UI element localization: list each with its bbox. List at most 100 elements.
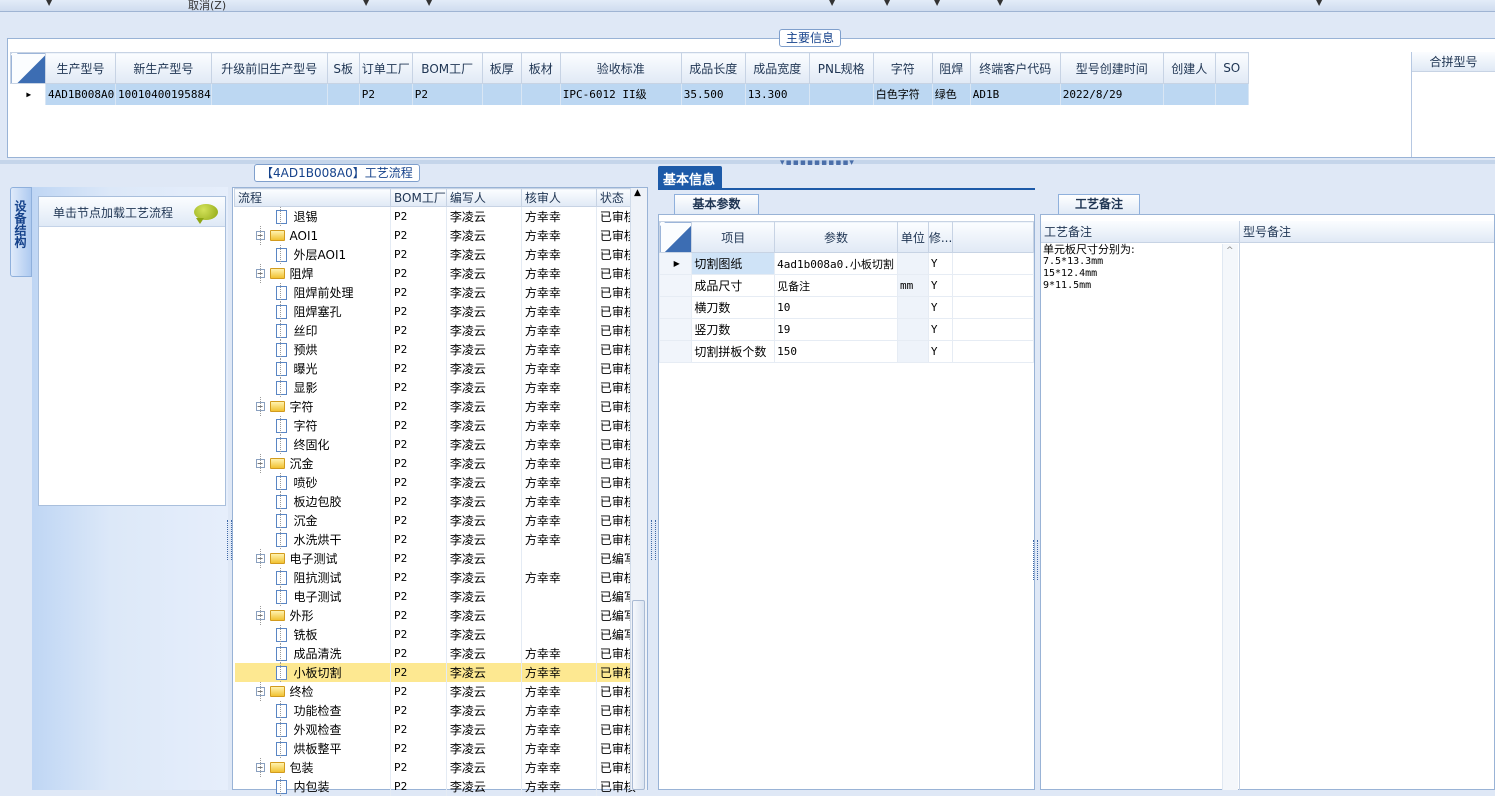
tree-row[interactable]: 内包装 P2 李凌云 方幸幸 已审核 bbox=[234, 777, 637, 796]
tree-row[interactable]: 电子测试 P2 李凌云 已编写 bbox=[234, 587, 637, 606]
tree-bom-cell[interactable]: P2 bbox=[390, 644, 447, 663]
tree-writer-cell[interactable]: 李凌云 bbox=[446, 435, 522, 454]
cancel-button[interactable]: 取消(Z) bbox=[188, 0, 226, 13]
grid-cell[interactable]: AD1B bbox=[970, 83, 1061, 105]
param-mod-cell[interactable]: Y bbox=[927, 274, 954, 297]
tree-node-cell[interactable]: − AOI1 bbox=[234, 226, 391, 245]
tree-reviewer-cell[interactable]: 方幸幸 bbox=[521, 701, 597, 720]
param-mod-cell[interactable]: Y bbox=[927, 318, 954, 341]
tree-writer-cell[interactable]: 李凌云 bbox=[446, 245, 522, 264]
param-unit-cell[interactable]: mm bbox=[896, 274, 929, 297]
param-item-cell[interactable]: 竖刀数 bbox=[691, 318, 776, 341]
tab-process-notes[interactable]: 工艺备注 bbox=[1058, 194, 1140, 215]
param-param-cell[interactable]: 150 bbox=[774, 340, 898, 363]
tree-bom-cell[interactable]: P2 bbox=[390, 397, 447, 416]
tree-node-cell[interactable]: − 终检 bbox=[234, 682, 391, 701]
tree-node[interactable]: 沉金 bbox=[238, 511, 390, 530]
tree-row[interactable]: − 外形 P2 李凌云 已编写 bbox=[234, 606, 637, 625]
tree-writer-cell[interactable]: 李凌云 bbox=[446, 739, 522, 758]
process-notes-text[interactable]: 单元板尺寸分别为: 7.5*13.3mm 15*12.4mm 9*11.5mm bbox=[1043, 244, 1221, 292]
tree-reviewer-cell[interactable]: 方幸幸 bbox=[521, 568, 597, 587]
grid-cell[interactable]: P2 bbox=[359, 83, 413, 105]
row-indicator-icon[interactable]: ▶ bbox=[10, 83, 46, 105]
tree-node-cell[interactable]: 沉金 bbox=[234, 511, 391, 530]
tree-writer-cell[interactable]: 李凌云 bbox=[446, 682, 522, 701]
notes-scrollbar[interactable]: ^ bbox=[1222, 244, 1238, 790]
tree-row[interactable]: − 沉金 P2 李凌云 方幸幸 已审核 bbox=[234, 454, 637, 473]
param-row[interactable]: 切割拼板个数 150 Y bbox=[658, 340, 1034, 363]
param-item-cell[interactable]: 切割图纸 bbox=[691, 252, 776, 275]
tree-reviewer-cell[interactable]: 方幸幸 bbox=[521, 454, 597, 473]
tree-reviewer-cell[interactable] bbox=[521, 625, 597, 644]
tree-writer-cell[interactable]: 李凌云 bbox=[446, 587, 522, 606]
column-header[interactable]: 流程 bbox=[234, 188, 391, 207]
param-unit-cell[interactable] bbox=[896, 318, 929, 341]
row-header[interactable] bbox=[658, 340, 693, 363]
row-header[interactable] bbox=[658, 274, 693, 297]
param-unit-cell[interactable] bbox=[896, 340, 929, 363]
horizontal-splitter[interactable] bbox=[0, 160, 1495, 164]
tree-reviewer-cell[interactable]: 方幸幸 bbox=[521, 739, 597, 758]
grid-cell[interactable]: 白色字符 bbox=[873, 83, 933, 105]
tree-writer-cell[interactable]: 李凌云 bbox=[446, 264, 522, 283]
tab-basic-params[interactable]: 基本参数 bbox=[674, 194, 759, 215]
tree-node-cell[interactable]: 阻焊前处理 bbox=[234, 283, 391, 302]
grid-cell[interactable]: 4AD1B008A0 bbox=[45, 83, 116, 105]
tree-row[interactable]: 沉金 P2 李凌云 方幸幸 已审核 bbox=[234, 511, 637, 530]
param-row[interactable]: ▶ 切割图纸 4ad1b008a0.小板切割 Y bbox=[658, 252, 1034, 275]
grid-cell[interactable] bbox=[1215, 83, 1249, 105]
scroll-up-icon[interactable]: ▲ bbox=[634, 188, 641, 198]
param-row[interactable]: 竖刀数 19 Y bbox=[658, 318, 1034, 341]
tree-bom-cell[interactable]: P2 bbox=[390, 701, 447, 720]
tree-reviewer-cell[interactable]: 方幸幸 bbox=[521, 321, 597, 340]
column-header[interactable]: BOM工厂 bbox=[411, 52, 483, 84]
tree-row[interactable]: 外观检查 P2 李凌云 方幸幸 已审核 bbox=[234, 720, 637, 739]
grid-cell[interactable] bbox=[211, 83, 328, 105]
row-indicator-icon[interactable]: ▶ bbox=[658, 252, 693, 275]
grid-cell[interactable] bbox=[521, 83, 561, 105]
tree-bom-cell[interactable]: P2 bbox=[390, 720, 447, 739]
tree-node[interactable]: 铣板 bbox=[238, 625, 390, 644]
tree-reviewer-cell[interactable]: 方幸幸 bbox=[521, 758, 597, 777]
tree-node-cell[interactable]: 功能检查 bbox=[234, 701, 391, 720]
column-header[interactable]: 阻焊 bbox=[931, 52, 971, 84]
tree-reviewer-cell[interactable]: 方幸幸 bbox=[521, 283, 597, 302]
tree-node[interactable]: − 终检 bbox=[238, 682, 390, 701]
column-header[interactable]: 验收标准 bbox=[559, 52, 682, 84]
tree-row[interactable]: 阻焊塞孔 P2 李凌云 方幸幸 已审核 bbox=[234, 302, 637, 321]
column-header[interactable]: 项目 bbox=[691, 221, 776, 253]
tree-node[interactable]: 电子测试 bbox=[238, 587, 390, 606]
tree-row[interactable]: − 终检 P2 李凌云 方幸幸 已审核 bbox=[234, 682, 637, 701]
tree-writer-cell[interactable]: 李凌云 bbox=[446, 625, 522, 644]
tree-bom-cell[interactable]: P2 bbox=[390, 606, 447, 625]
tree-row[interactable]: 退锡 P2 李凌云 方幸幸 已审核 bbox=[234, 206, 637, 226]
tree-bom-cell[interactable]: P2 bbox=[390, 739, 447, 758]
tree-writer-cell[interactable]: 李凌云 bbox=[446, 302, 522, 321]
tree-writer-cell[interactable]: 李凌云 bbox=[446, 454, 522, 473]
grid-cell[interactable]: IPC-6012 II级 bbox=[560, 83, 682, 105]
tree-bom-cell[interactable]: P2 bbox=[390, 758, 447, 777]
tree-bom-cell[interactable]: P2 bbox=[390, 568, 447, 587]
tree-writer-cell[interactable]: 李凌云 bbox=[446, 397, 522, 416]
column-header[interactable]: 成品长度 bbox=[680, 52, 746, 84]
dropdown-arrow-icon[interactable]: ▼ bbox=[997, 0, 1003, 7]
param-unit-cell[interactable] bbox=[896, 252, 929, 275]
grid-cell[interactable]: 2022/8/29 bbox=[1060, 83, 1164, 105]
dropdown-arrow-icon[interactable]: ▼ bbox=[46, 0, 52, 7]
tree-bom-cell[interactable]: P2 bbox=[390, 302, 447, 321]
tree-node[interactable]: 预烘 bbox=[238, 340, 390, 359]
tree-node[interactable]: 阻焊塞孔 bbox=[238, 302, 390, 321]
tree-writer-cell[interactable]: 李凌云 bbox=[446, 568, 522, 587]
param-row[interactable]: 成品尺寸 见备注 mm Y bbox=[658, 274, 1034, 297]
tree-node-cell[interactable]: 外观检查 bbox=[234, 720, 391, 739]
column-header[interactable]: 生产型号 bbox=[45, 52, 116, 84]
tree-reviewer-cell[interactable] bbox=[521, 549, 597, 568]
tree-reviewer-cell[interactable]: 方幸幸 bbox=[521, 435, 597, 454]
tree-bom-cell[interactable]: P2 bbox=[390, 378, 447, 397]
tree-bom-cell[interactable]: P2 bbox=[390, 340, 447, 359]
tree-row[interactable]: − 电子测试 P2 李凌云 已编写 bbox=[234, 549, 637, 568]
tree-node[interactable]: 成品清洗 bbox=[238, 644, 390, 663]
column-header[interactable]: 创建人 bbox=[1162, 52, 1216, 84]
row-header[interactable] bbox=[658, 296, 693, 319]
tree-bom-cell[interactable]: P2 bbox=[390, 777, 447, 796]
